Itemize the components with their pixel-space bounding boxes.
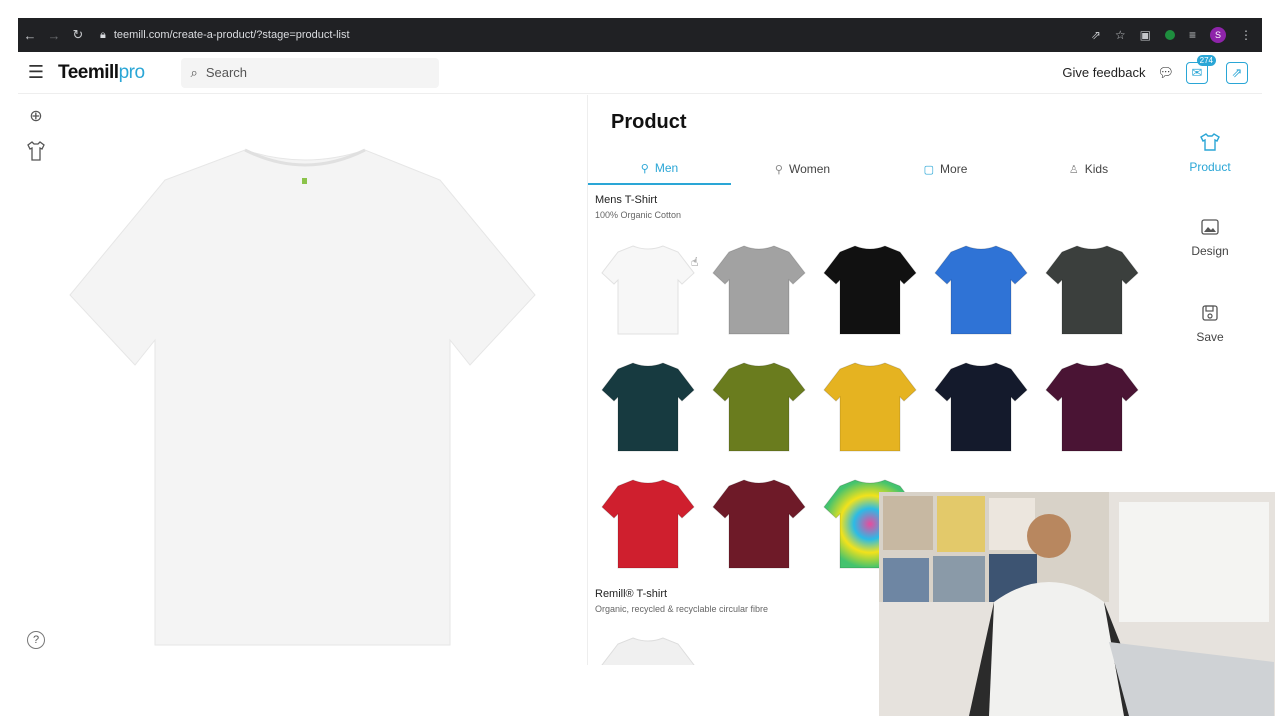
tshirt-color-swatch[interactable] [820, 355, 920, 455]
browser-toolbar: ← → ↻ 🔒︎ teemill.com/create-a-product/?s… [18, 18, 1262, 52]
panel-title: Product [611, 111, 687, 133]
hand-cursor-icon: ☝ [691, 255, 699, 269]
camera-icon[interactable]: ▣ [1140, 28, 1151, 42]
back-icon[interactable]: ← [18, 28, 42, 43]
sidenav-product[interactable]: Product [1160, 133, 1260, 174]
search-placeholder: Search [205, 65, 248, 80]
section-title: Mens T-Shirt [595, 194, 658, 206]
sidenav-label: Design [1191, 244, 1229, 258]
app-header: ☰ Teemillpro ⌕ Search Give feedback 💬︎ ✉… [18, 52, 1262, 94]
hamburger-menu-icon[interactable]: ☰ [18, 62, 54, 83]
tshirt-color-swatch[interactable] [598, 472, 698, 572]
section-title: Remill® T-shirt [595, 588, 668, 600]
reload-icon[interactable]: ↻ [66, 27, 90, 43]
tab-label: Kids [1084, 162, 1109, 176]
lock-icon: 🔒︎ [100, 28, 106, 41]
tshirt-color-swatch[interactable] [1042, 355, 1142, 455]
kebab-menu-icon[interactable]: ⋮ [1240, 28, 1252, 42]
logo-suffix-text: pro [118, 61, 145, 83]
playlist-icon[interactable]: ≡ [1189, 28, 1196, 42]
forward-icon[interactable]: → [42, 28, 66, 43]
url-text: teemill.com/create-a-product/?stage=prod… [113, 29, 350, 41]
external-link-button[interactable]: ⇗ [1226, 61, 1248, 84]
tshirt-color-swatch[interactable] [598, 355, 698, 455]
sidenav-save[interactable]: Save [1160, 305, 1260, 344]
envelope-icon: ✉ [1191, 64, 1203, 80]
sidenav-label: Product [1189, 160, 1231, 174]
women-icon: ⚲ [774, 163, 783, 176]
tab-more[interactable]: ▢ More [874, 153, 1017, 185]
tshirt-color-swatch[interactable] [709, 472, 809, 572]
tshirt-color-swatch[interactable] [1042, 238, 1142, 338]
give-feedback-link[interactable]: Give feedback [1062, 65, 1145, 80]
tshirt-label-tag [302, 178, 307, 184]
tab-label: Women [788, 162, 831, 176]
save-icon [1160, 305, 1260, 326]
search-icon: ⌕ [190, 64, 198, 80]
bottom-gap [0, 665, 880, 720]
tab-men[interactable]: ⚲ Men [588, 153, 731, 185]
section-subtitle: Organic, recycled & recyclable circular … [595, 604, 769, 614]
search-input[interactable]: ⌕ Search [180, 57, 439, 88]
tshirt-preview [60, 140, 550, 650]
men-icon: ⚲ [640, 162, 649, 175]
profile-avatar[interactable]: S [1210, 27, 1226, 43]
tshirt-outline-icon[interactable] [26, 140, 46, 167]
tshirt-color-swatch[interactable] [931, 238, 1031, 338]
tshirt-color-swatch[interactable] [820, 238, 920, 338]
sidenav-design[interactable]: Design [1160, 219, 1260, 258]
bag-icon: ▢ [923, 163, 935, 176]
tab-label: More [940, 162, 968, 176]
open-tab-icon[interactable]: ⇗ [1091, 28, 1101, 42]
address-bar[interactable]: 🔒︎ teemill.com/create-a-product/?stage=p… [100, 29, 350, 42]
zoom-in-icon[interactable]: ⊕ [29, 106, 42, 126]
screen: ← → ↻ 🔒︎ teemill.com/create-a-product/?s… [0, 0, 1280, 720]
webcam-overlay [879, 492, 1275, 716]
tshirt-color-swatch[interactable] [709, 238, 809, 338]
inbox-button[interactable]: ✉ 274 [1186, 54, 1216, 84]
tshirt-color-swatch[interactable] [709, 355, 809, 455]
bookmark-star-icon[interactable]: ☆ [1115, 28, 1126, 42]
category-tabs: ⚲ Men ⚲ Women ▢ More ♙ Kids [588, 153, 1160, 185]
tshirt-color-swatch[interactable] [931, 355, 1031, 455]
logo-main-text: Teemill [58, 61, 119, 83]
image-icon [1160, 219, 1260, 240]
help-icon[interactable]: ? [27, 631, 45, 649]
speech-bubble-icon: 💬︎ [1157, 64, 1174, 80]
sidenav-label: Save [1196, 330, 1224, 344]
tool-column: ⊕ [24, 106, 48, 167]
tshirt-icon [1160, 133, 1260, 156]
tab-women[interactable]: ⚲ Women [731, 153, 874, 185]
tshirt-color-swatch[interactable] [598, 238, 698, 338]
tab-kids[interactable]: ♙ Kids [1017, 153, 1160, 185]
tab-label: Men [654, 161, 679, 175]
kids-icon: ♙ [1068, 163, 1079, 176]
inbox-count-badge: 274 [1196, 54, 1216, 66]
extension-icon[interactable] [1164, 30, 1175, 40]
section-subtitle: 100% Organic Cotton [595, 210, 682, 220]
remill-tshirt-thumb[interactable] [598, 630, 698, 665]
teemill-logo[interactable]: Teemillpro [58, 62, 145, 84]
